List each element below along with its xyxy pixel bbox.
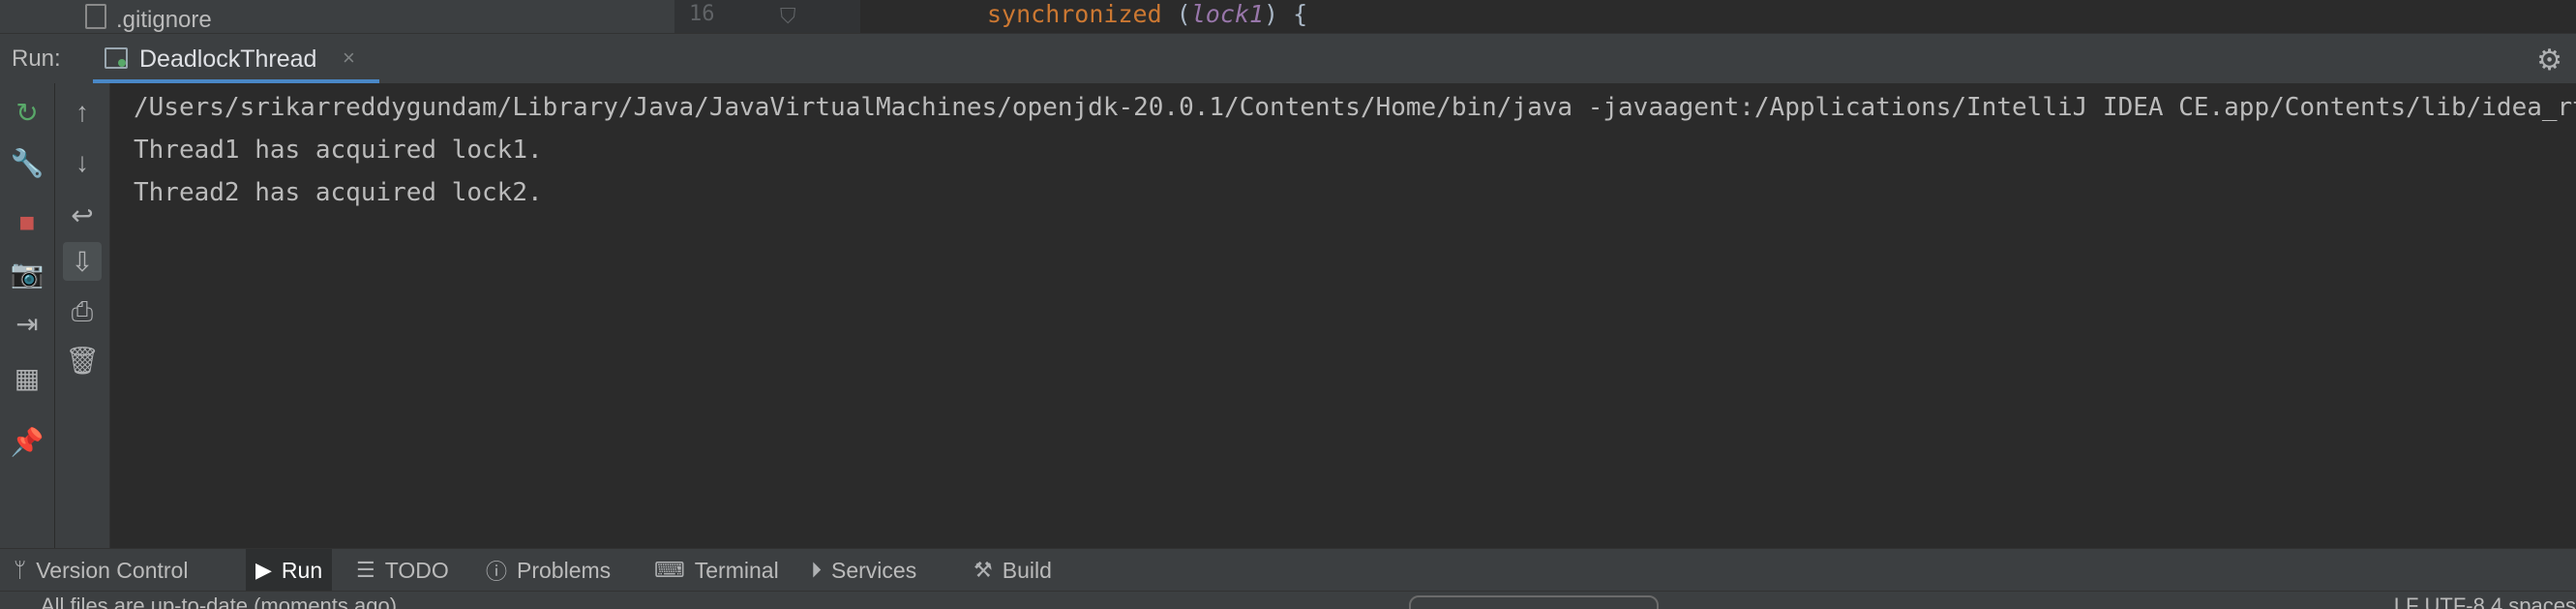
terminal-icon: ⌨ — [654, 558, 685, 582]
project-item-gitignore[interactable]: .gitignore — [85, 4, 212, 33]
run-icon: ▶ — [255, 558, 272, 582]
run-tab-deadlockthread[interactable]: DeadlockThread × — [93, 34, 379, 84]
memory-indicator[interactable] — [1409, 595, 1659, 609]
stop-icon[interactable]: ■ — [8, 203, 46, 242]
code-paren-open: ( — [1161, 0, 1191, 28]
status-message: All files are up-to-date (moments ago) — [41, 594, 398, 609]
tool-window-problems[interactable]: ⓘ Problems — [486, 549, 611, 592]
console-toolbar: ↑ ↓ ↩ ⇩ ⎙ 🗑 — [55, 83, 110, 548]
file-icon — [85, 4, 106, 29]
console-output[interactable]: /Users/srikarreddygundam/Library/Java/Ja… — [110, 83, 2576, 548]
status-bar: All files are up-to-date (moments ago) L… — [0, 591, 2576, 609]
code-keyword: synchronized — [987, 0, 1162, 28]
tool-window-bar: ᛘ Version Control ▶ Run ☰ TODO ⓘ Problems ⌨ Termi… — [0, 548, 2576, 592]
tool-window-terminal[interactable]: ⌨ Terminal — [654, 549, 779, 592]
tool-window-build[interactable]: ⚒ Build — [973, 549, 1052, 592]
console-line: Thread2 has acquired lock2. — [134, 178, 543, 207]
tool-window-version-control[interactable]: ᛘ Version Control — [14, 549, 188, 592]
tool-window-todo[interactable]: ☰ TODO — [356, 549, 449, 592]
tool-window-label: Build — [1002, 557, 1052, 583]
tool-window-label: Run — [281, 557, 323, 583]
console-line: Thread1 has acquired lock1. — [134, 136, 543, 165]
tool-window-services[interactable]: ⏵ Services — [811, 549, 916, 592]
exit-icon[interactable]: ⇥ — [8, 304, 46, 343]
code-variable: lock1 — [1190, 0, 1264, 28]
pin-icon[interactable]: 📌 — [8, 422, 46, 461]
fold-marker-icon[interactable]: ⛉ — [780, 4, 796, 29]
code-line[interactable]: synchronized (lock1) { — [987, 0, 1307, 28]
tool-window-run[interactable]: ▶ Run — [246, 549, 333, 592]
tab-title: DeadlockThread — [139, 46, 317, 73]
down-arrow-icon[interactable]: ↓ — [63, 143, 102, 182]
tool-window-label: Problems — [517, 557, 612, 583]
project-item-label: .gitignore — [116, 7, 212, 33]
line-number: 16 — [689, 2, 715, 26]
run-toolbar: ↻ 🔧 ■ 📷 ⇥ ▦ 📌 — [0, 83, 55, 548]
tool-window-label: Services — [831, 557, 917, 583]
tool-window-label: Version Control — [36, 557, 189, 583]
trash-icon[interactable]: 🗑 — [63, 341, 102, 380]
up-arrow-icon[interactable]: ↑ — [63, 93, 102, 132]
gear-icon[interactable]: ⚙ — [2536, 44, 2562, 77]
camera-icon[interactable]: 📷 — [8, 254, 46, 292]
close-icon[interactable]: × — [343, 46, 355, 71]
list-icon: ☰ — [356, 558, 375, 582]
soft-wrap-icon[interactable]: ↩ — [63, 196, 102, 234]
run-config-icon — [105, 47, 128, 69]
run-label: Run: — [12, 46, 61, 72]
print-icon[interactable]: ⎙ — [63, 292, 102, 331]
console-line: /Users/srikarreddygundam/Library/Java/Ja… — [134, 93, 2576, 122]
rerun-icon[interactable]: ↻ — [8, 93, 46, 132]
info-icon: ⓘ — [486, 560, 508, 584]
status-encoding[interactable]: LF UTF-8 4 spaces — [2394, 594, 2576, 609]
hammer-icon: ⚒ — [973, 558, 993, 582]
branch-icon: ᛘ — [14, 558, 27, 582]
layout-icon[interactable]: ▦ — [8, 358, 46, 397]
project-pane: .gitignore — [0, 0, 674, 33]
code-paren-close: ) { — [1264, 0, 1308, 28]
run-header: Run: DeadlockThread × ⚙ — [0, 33, 2576, 85]
scroll-to-end-icon[interactable]: ⇩ — [63, 242, 102, 281]
wrench-icon[interactable]: 🔧 — [8, 143, 46, 182]
editor-strip: .gitignore 16 ⛉ synchronized (lock1) { — [0, 0, 2576, 33]
services-icon: ⏵ — [811, 558, 823, 582]
tool-window-label: Terminal — [694, 557, 779, 583]
tool-window-label: TODO — [384, 557, 449, 583]
